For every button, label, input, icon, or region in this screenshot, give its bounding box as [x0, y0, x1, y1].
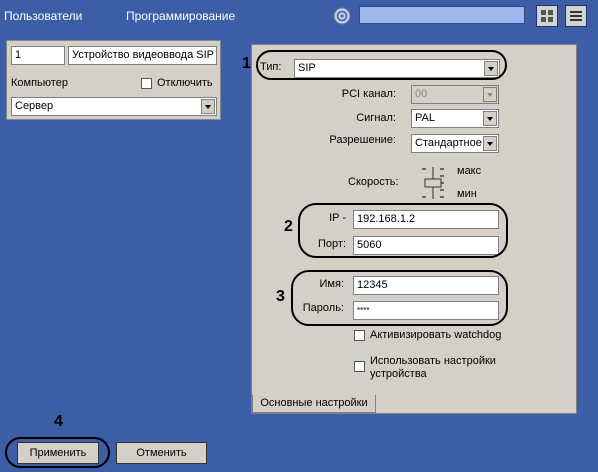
callout-oval-apply: [5, 437, 110, 468]
callout-number-1: 1: [242, 55, 251, 72]
use-device-settings-label-line2: устройства: [370, 368, 427, 380]
grid-icon: [541, 10, 553, 22]
tab-basic-settings[interactable]: Основные настройки: [252, 395, 376, 413]
pci-channel-select[interactable]: 00: [411, 85, 499, 104]
callout-oval-type: [256, 50, 507, 80]
callout-number-3: 3: [276, 288, 285, 305]
signal-value: PAL: [415, 112, 435, 124]
use-device-settings-checkbox[interactable]: [354, 361, 365, 372]
watchdog-label: Активизировать watchdog: [370, 329, 502, 341]
callout-oval-network: [298, 203, 508, 258]
computer-select[interactable]: Сервер: [11, 97, 217, 116]
signal-label: Сигнал:: [356, 112, 396, 124]
callout-number-2: 2: [284, 218, 293, 235]
chevron-down-icon[interactable]: [201, 99, 215, 114]
speed-slider[interactable]: [418, 165, 448, 201]
speed-max-label: макс: [457, 165, 482, 177]
object-id-field[interactable]: 1: [11, 46, 65, 65]
pci-channel-label: PCI канал:: [341, 88, 396, 100]
resolution-label: Разрешение:: [329, 134, 396, 146]
search-input[interactable]: [359, 6, 525, 24]
pci-channel-value: 00: [415, 88, 428, 100]
chevron-down-icon[interactable]: [483, 136, 497, 151]
computer-label: Компьютер: [11, 77, 68, 89]
disable-label: Отключить: [157, 77, 213, 89]
tab-programming[interactable]: Программирование: [126, 9, 235, 23]
signal-select[interactable]: PAL: [411, 109, 499, 128]
grid-view-button[interactable]: [536, 5, 558, 27]
cancel-button[interactable]: Отменить: [116, 442, 207, 464]
disable-checkbox[interactable]: [141, 78, 152, 89]
resolution-value: Стандартное: [415, 137, 482, 149]
tab-basic-settings-label: Основные настройки: [260, 397, 368, 409]
use-device-settings-label-line1: Использовать настройки: [370, 355, 496, 367]
speed-min-label: мин: [457, 188, 477, 200]
object-name-field[interactable]: Устройство видеоввода SIP: [68, 46, 217, 65]
menu-icon: [570, 11, 582, 21]
chevron-down-icon[interactable]: [483, 111, 497, 126]
tab-users[interactable]: Пользователи: [4, 9, 82, 23]
resolution-select[interactable]: Стандартное: [411, 134, 499, 153]
callout-number-4: 4: [54, 413, 63, 430]
computer-select-value: Сервер: [15, 100, 54, 112]
chevron-down-icon[interactable]: [483, 87, 497, 102]
watchdog-checkbox[interactable]: [354, 330, 365, 341]
callout-oval-credentials: [291, 270, 508, 326]
speed-label: Скорость:: [348, 176, 399, 188]
target-icon[interactable]: [332, 6, 352, 26]
menu-button[interactable]: [565, 5, 587, 27]
object-card: 1 Устройство видеоввода SIP Компьютер От…: [6, 40, 221, 120]
